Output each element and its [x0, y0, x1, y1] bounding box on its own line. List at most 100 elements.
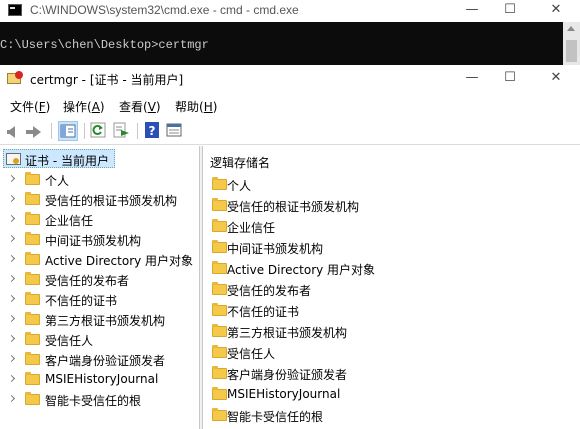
refresh-icon	[90, 122, 106, 138]
list-item[interactable]: 受信任人	[203, 342, 580, 363]
tree-item[interactable]: 企业信任	[0, 209, 200, 229]
cmd-title: C:\WINDOWS\system32\cmd.exe - cmd - cmd.…	[30, 3, 299, 17]
export-list-icon	[113, 122, 129, 138]
menu-view[interactable]: 查看(V)	[119, 98, 161, 115]
folder-icon	[212, 366, 227, 379]
back-button[interactable]	[4, 121, 24, 141]
scroll-thumb[interactable]	[566, 40, 577, 62]
certmgr-minimize-button[interactable]: —	[454, 68, 490, 90]
list-item-label: 客户端身份验证颁发者	[227, 368, 348, 382]
cmd-command-line: C:\Users\chen\Desktop>certmgr	[0, 38, 209, 52]
tree-item[interactable]: 受信任的根证书颁发机构	[0, 189, 200, 209]
content-panes: 证书 - 当前用户 个人 受信任的根证书颁发机构 企业信任 中间证书颁发机构 A…	[0, 146, 580, 429]
folder-icon	[25, 352, 40, 365]
certificate-store-icon	[6, 153, 21, 165]
tree-item-label: 中间证书颁发机构	[45, 234, 142, 248]
chevron-right-icon[interactable]	[7, 374, 16, 383]
folder-icon	[212, 324, 227, 337]
chevron-right-icon[interactable]	[7, 234, 16, 243]
folder-icon	[212, 282, 227, 295]
console-tree-icon	[60, 124, 76, 138]
tree-item[interactable]: 受信任人	[0, 329, 200, 349]
list-item[interactable]: 第三方根证书颁发机构	[203, 321, 580, 342]
certmgr-maximize-button[interactable]: ☐	[492, 68, 528, 90]
column-header-store-name[interactable]: 逻辑存储名	[210, 154, 270, 171]
list-item[interactable]: 客户端身份验证颁发者	[203, 363, 580, 384]
console-tree[interactable]: 证书 - 当前用户 个人 受信任的根证书颁发机构 企业信任 中间证书颁发机构 A…	[0, 146, 200, 429]
tree-root-label: 证书 - 当前用户	[25, 154, 109, 168]
folder-icon	[212, 345, 227, 358]
results-pane[interactable]: 逻辑存储名 个人 受信任的根证书颁发机构 企业信任 中间证书颁发机构 Activ…	[203, 146, 580, 429]
cmd-minimize-button[interactable]: —	[454, 0, 490, 22]
certmgr-title-bar[interactable]: certmgr - [证书 - 当前用户] — ☐ ✕	[0, 65, 580, 93]
folder-icon	[212, 303, 227, 316]
tree-item[interactable]: MSIEHistoryJournal	[0, 369, 200, 389]
tree-item-label: Active Directory 用户对象	[45, 254, 194, 268]
chevron-right-icon[interactable]	[7, 314, 16, 323]
certmgr-close-button[interactable]: ✕	[538, 68, 574, 90]
list-item[interactable]: 个人	[203, 174, 580, 195]
show-console-tree-button[interactable]	[58, 121, 78, 141]
cmd-console[interactable]: C:\Users\chen\Desktop>certmgr	[0, 22, 580, 65]
list-item[interactable]: 受信任的根证书颁发机构	[203, 195, 580, 216]
toolbar-separator	[51, 123, 52, 139]
chevron-right-icon[interactable]	[7, 394, 16, 403]
menu-help[interactable]: 帮助(H)	[175, 98, 217, 115]
list-item-label: 第三方根证书颁发机构	[227, 326, 348, 340]
cmd-scrollbar[interactable]	[563, 22, 580, 65]
chevron-right-icon[interactable]	[7, 254, 16, 263]
certmgr-window: certmgr - [证书 - 当前用户] — ☐ ✕ 文件(F) 操作(A) …	[0, 65, 580, 429]
folder-icon	[25, 372, 40, 385]
tree-item[interactable]: Active Directory 用户对象	[0, 249, 200, 269]
list-item-label: 受信任人	[227, 347, 276, 361]
tree-item-label: MSIEHistoryJournal	[45, 372, 159, 386]
list-item[interactable]: 中间证书颁发机构	[203, 237, 580, 258]
tree-item[interactable]: 智能卡受信任的根	[0, 389, 200, 409]
list-item-label: 个人	[227, 179, 252, 193]
chevron-right-icon[interactable]	[7, 354, 16, 363]
tree-item-label: 企业信任	[45, 214, 94, 228]
chevron-right-icon[interactable]	[7, 274, 16, 283]
chevron-right-icon[interactable]	[7, 334, 16, 343]
cmd-close-button[interactable]: ✕	[538, 0, 574, 22]
console-icon	[8, 4, 22, 16]
export-list-button[interactable]	[112, 121, 132, 141]
back-arrow-icon	[7, 126, 15, 138]
tree-item[interactable]: 第三方根证书颁发机构	[0, 309, 200, 329]
folder-icon	[212, 177, 227, 190]
chevron-right-icon[interactable]	[7, 214, 16, 223]
tree-item[interactable]: 不信任的证书	[0, 289, 200, 309]
menu-file[interactable]: 文件(F)	[10, 98, 50, 115]
scroll-up-icon[interactable]	[567, 26, 575, 31]
list-item[interactable]: 企业信任	[203, 216, 580, 237]
list-item-label: 智能卡受信任的根	[227, 410, 324, 424]
tree-item[interactable]: 客户端身份验证颁发者	[0, 349, 200, 369]
forward-button[interactable]	[26, 121, 46, 141]
store-list: 个人 受信任的根证书颁发机构 企业信任 中间证书颁发机构 Active Dire…	[203, 174, 580, 426]
list-item-label: 不信任的证书	[227, 305, 300, 319]
tree-item[interactable]: 个人	[0, 169, 200, 189]
properties-button[interactable]	[165, 121, 185, 141]
tree-item[interactable]: 中间证书颁发机构	[0, 229, 200, 249]
cmd-maximize-button[interactable]: ☐	[492, 0, 528, 22]
folder-icon	[25, 172, 40, 185]
chevron-right-icon[interactable]	[7, 174, 16, 183]
tree-item[interactable]: 受信任的发布者	[0, 269, 200, 289]
help-button[interactable]: ?	[143, 121, 163, 141]
list-item[interactable]: 智能卡受信任的根	[203, 405, 580, 426]
certificate-icon	[7, 71, 23, 85]
list-item[interactable]: 受信任的发布者	[203, 279, 580, 300]
tree-item-label: 受信任人	[45, 334, 94, 348]
folder-icon	[212, 408, 227, 421]
cmd-title-bar[interactable]: C:\WINDOWS\system32\cmd.exe - cmd - cmd.…	[0, 0, 580, 22]
menu-action[interactable]: 操作(A)	[63, 98, 105, 115]
refresh-button[interactable]	[89, 121, 109, 141]
list-item[interactable]: 不信任的证书	[203, 300, 580, 321]
folder-icon	[212, 261, 227, 274]
list-item[interactable]: MSIEHistoryJournal	[203, 384, 580, 405]
list-item[interactable]: Active Directory 用户对象	[203, 258, 580, 279]
tree-root[interactable]: 证书 - 当前用户	[3, 149, 115, 168]
list-item-label: MSIEHistoryJournal	[227, 387, 341, 401]
chevron-right-icon[interactable]	[7, 294, 16, 303]
chevron-right-icon[interactable]	[7, 194, 16, 203]
